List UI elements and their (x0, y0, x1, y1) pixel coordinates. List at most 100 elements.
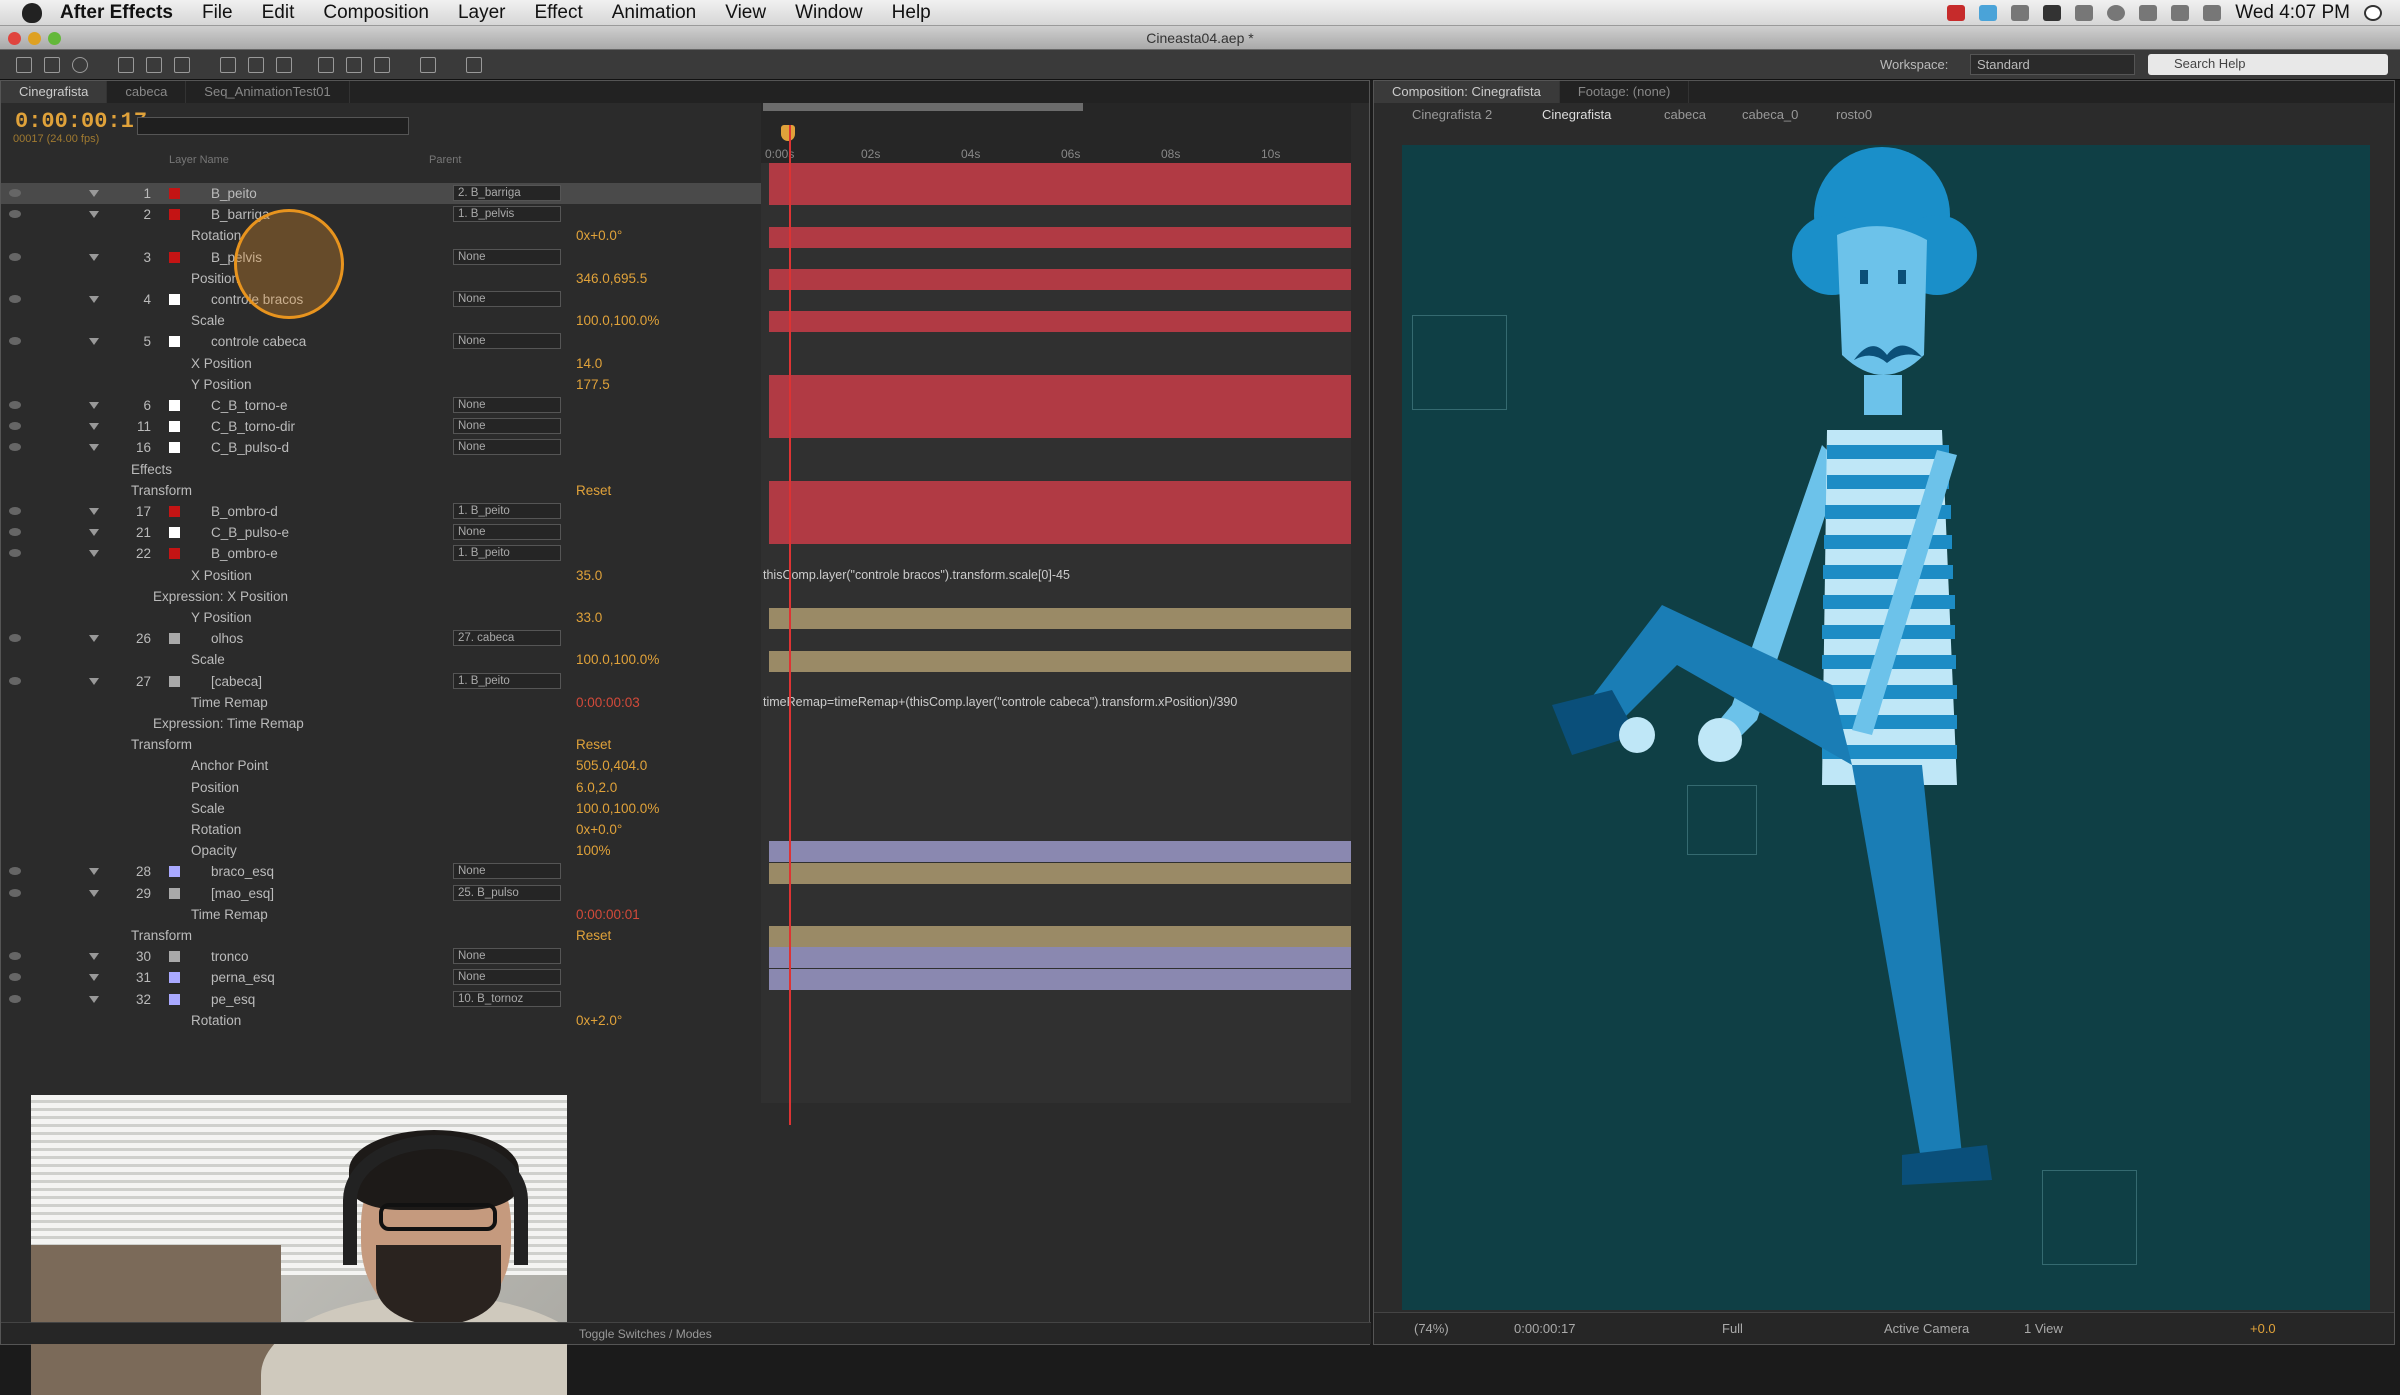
workspace-dropdown[interactable]: Standard (1970, 54, 2135, 75)
property-row[interactable]: X Position 14.0 (1, 353, 761, 374)
visibility-icon[interactable] (9, 295, 21, 303)
parent-dropdown[interactable]: 27. cabeca (453, 630, 561, 647)
dropbox-icon[interactable] (2011, 5, 2030, 21)
layer-duration-bar[interactable] (769, 396, 1351, 418)
layer-duration-bar[interactable] (769, 375, 1351, 396)
layer-name[interactable]: [mao_esq] (211, 883, 274, 904)
parent-dropdown[interactable]: 1. B_peito (453, 503, 561, 519)
layer-duration-bar[interactable] (769, 226, 1351, 248)
expand-icon[interactable] (89, 190, 99, 197)
current-time-indicator-icon[interactable] (781, 125, 795, 141)
property-row[interactable]: Scale 100.0,100.0% (1, 649, 761, 670)
layer-name[interactable]: braco_esq (211, 861, 274, 882)
playhead-line[interactable] (789, 125, 791, 1125)
property-value[interactable]: 100.0,100.0% (576, 649, 659, 670)
clock[interactable]: Wed 4:07 PM (2235, 2, 2350, 24)
breadcrumb-item[interactable]: Cinegrafista 2 (1412, 107, 1492, 122)
visibility-icon[interactable] (9, 994, 21, 1003)
menu-composition[interactable]: Composition (323, 2, 429, 24)
property-row[interactable]: Effects (1, 459, 761, 480)
property-row[interactable]: Anchor Point 505.0,404.0 (1, 755, 761, 776)
visibility-icon[interactable] (9, 549, 21, 558)
parent-dropdown[interactable]: 1. B_pelvis (453, 206, 561, 223)
property-value[interactable]: 0:00:00:01 (576, 904, 640, 925)
visibility-icon[interactable] (9, 422, 21, 431)
parent-dropdown[interactable]: None (453, 397, 561, 413)
expand-icon[interactable] (89, 529, 99, 537)
close-window-icon[interactable] (8, 32, 21, 45)
expression-text[interactable]: thisComp.layer("controle bracos").transf… (763, 568, 1070, 582)
layer-row[interactable]: 29 [mao_esq] 25. B_pulso (1, 883, 761, 904)
visibility-icon[interactable] (9, 189, 21, 197)
label-color-swatch[interactable] (169, 527, 180, 539)
label-color-swatch[interactable] (169, 887, 180, 899)
property-value[interactable]: 0x+0.0° (576, 819, 622, 840)
layer-duration-bar[interactable] (769, 968, 1351, 990)
visibility-icon[interactable] (9, 973, 21, 982)
expand-icon[interactable] (89, 995, 99, 1003)
layer-row[interactable]: 5 controle cabeca None (1, 331, 761, 352)
property-row[interactable]: Scale 100.0,100.0% (1, 798, 761, 819)
layer-row[interactable]: 32 pe_esq 10. B_tornoz (1, 989, 761, 1010)
expand-icon[interactable] (89, 508, 99, 515)
layer-name[interactable]: C_B_torno-e (211, 395, 288, 416)
sync-icon[interactable] (1979, 5, 1998, 21)
layer-duration-bar[interactable] (769, 523, 1351, 545)
property-name[interactable]: Scale (191, 310, 225, 331)
layer-name[interactable]: B_ombro-e (211, 543, 278, 564)
property-name[interactable]: Transform (131, 925, 192, 946)
property-name[interactable]: Anchor Point (191, 755, 268, 776)
layer-name[interactable]: tronco (211, 946, 249, 967)
expand-icon[interactable] (89, 550, 99, 558)
work-area-bar[interactable] (763, 103, 1083, 111)
label-color-swatch[interactable] (169, 951, 180, 963)
property-name[interactable]: Position (191, 268, 239, 289)
property-name[interactable]: Scale (191, 798, 225, 819)
property-row[interactable]: Opacity 100% (1, 840, 761, 861)
property-value[interactable]: 14.0 (576, 353, 602, 374)
visibility-icon[interactable] (9, 337, 21, 346)
property-value[interactable]: 33.0 (576, 607, 602, 628)
label-color-swatch[interactable] (169, 251, 180, 263)
label-color-swatch[interactable] (169, 633, 180, 645)
expand-icon[interactable] (89, 868, 99, 876)
bluetooth-icon[interactable] (2139, 5, 2158, 21)
property-name[interactable]: Scale (191, 649, 225, 670)
layer-duration-bar[interactable] (769, 163, 1351, 184)
parent-dropdown[interactable]: 1. B_peito (453, 545, 561, 562)
property-name[interactable]: Transform (131, 734, 192, 755)
property-row[interactable]: Y Position 177.5 (1, 374, 761, 395)
roto-brush-tool-icon[interactable] (420, 57, 436, 73)
layer-duration-bar[interactable] (769, 184, 1351, 206)
visibility-icon[interactable] (9, 443, 21, 452)
parent-dropdown[interactable]: 25. B_pulso (453, 884, 561, 901)
property-row[interactable]: Time Remap 0:00:00:01 (1, 904, 761, 925)
parent-dropdown[interactable]: None (453, 948, 561, 965)
puppet-tool-icon[interactable] (466, 57, 482, 73)
menu-app-name[interactable]: After Effects (60, 2, 173, 24)
property-name[interactable]: Effects (131, 459, 172, 480)
layer-duration-bar[interactable] (769, 481, 1351, 502)
record-icon[interactable] (1947, 5, 1966, 21)
layer-row[interactable]: 30 tronco None (1, 946, 761, 967)
clone-tool-icon[interactable] (346, 57, 362, 73)
tab-cinegrafista[interactable]: Cinegrafista (1, 81, 108, 103)
toggle-switches-modes[interactable]: Toggle Switches / Modes (579, 1327, 712, 1341)
parent-dropdown[interactable]: None (453, 863, 561, 880)
label-color-swatch[interactable] (169, 442, 180, 454)
pen-tool-icon[interactable] (248, 57, 264, 73)
visibility-icon[interactable] (9, 528, 21, 537)
property-row[interactable]: Transform Reset (1, 925, 761, 946)
layer-name[interactable]: C_B_pulso-e (211, 522, 289, 543)
expression-row[interactable]: Expression: X Position (1, 586, 761, 607)
col-parent[interactable]: Parent (429, 154, 461, 166)
layer-row[interactable]: 28 braco_esq None (1, 861, 761, 882)
property-row[interactable]: Rotation 0x+0.0° (1, 225, 761, 246)
breadcrumb-item[interactable]: Cinegrafista (1542, 107, 1611, 122)
property-value[interactable]: 0x+0.0° (576, 225, 622, 246)
zoom-tool-icon[interactable] (72, 57, 88, 73)
layer-row[interactable]: 16 C_B_pulso-d None (1, 437, 761, 458)
layer-row[interactable]: 2 B_barriga 1. B_pelvis (1, 204, 761, 225)
expression-row[interactable]: Expression: Time Remap (1, 713, 761, 734)
parent-dropdown[interactable]: None (453, 291, 561, 307)
